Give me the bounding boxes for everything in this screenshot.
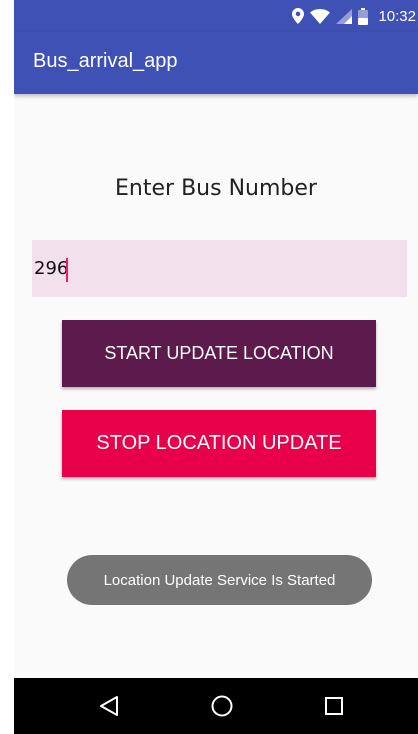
phone-screen: 10:32 Bus_arrival_app Enter Bus Number S…: [14, 0, 418, 734]
battery-icon: [358, 7, 369, 25]
status-bar: 10:32: [14, 0, 418, 32]
wifi-icon: [310, 8, 331, 24]
stop-location-update-button[interactable]: STOP LOCATION UPDATE: [62, 410, 376, 477]
text-cursor: [66, 258, 68, 282]
status-time: 10:32: [378, 7, 416, 25]
bus-number-input[interactable]: [34, 240, 394, 297]
back-icon[interactable]: [95, 692, 123, 720]
app-bar: Bus_arrival_app: [14, 32, 418, 94]
start-update-location-button[interactable]: START UPDATE LOCATION: [62, 320, 376, 387]
location-icon: [292, 8, 305, 24]
navigation-bar: [14, 678, 418, 734]
enter-bus-number-heading: Enter Bus Number: [115, 176, 317, 201]
status-icons: 10:32: [292, 0, 418, 32]
bus-number-field[interactable]: [32, 240, 407, 297]
home-icon[interactable]: [208, 692, 236, 720]
app-title: Bus_arrival_app: [33, 50, 178, 72]
toast-message: Location Update Service Is Started: [67, 555, 372, 605]
signal-icon: [336, 8, 353, 24]
recents-icon[interactable]: [320, 692, 348, 720]
